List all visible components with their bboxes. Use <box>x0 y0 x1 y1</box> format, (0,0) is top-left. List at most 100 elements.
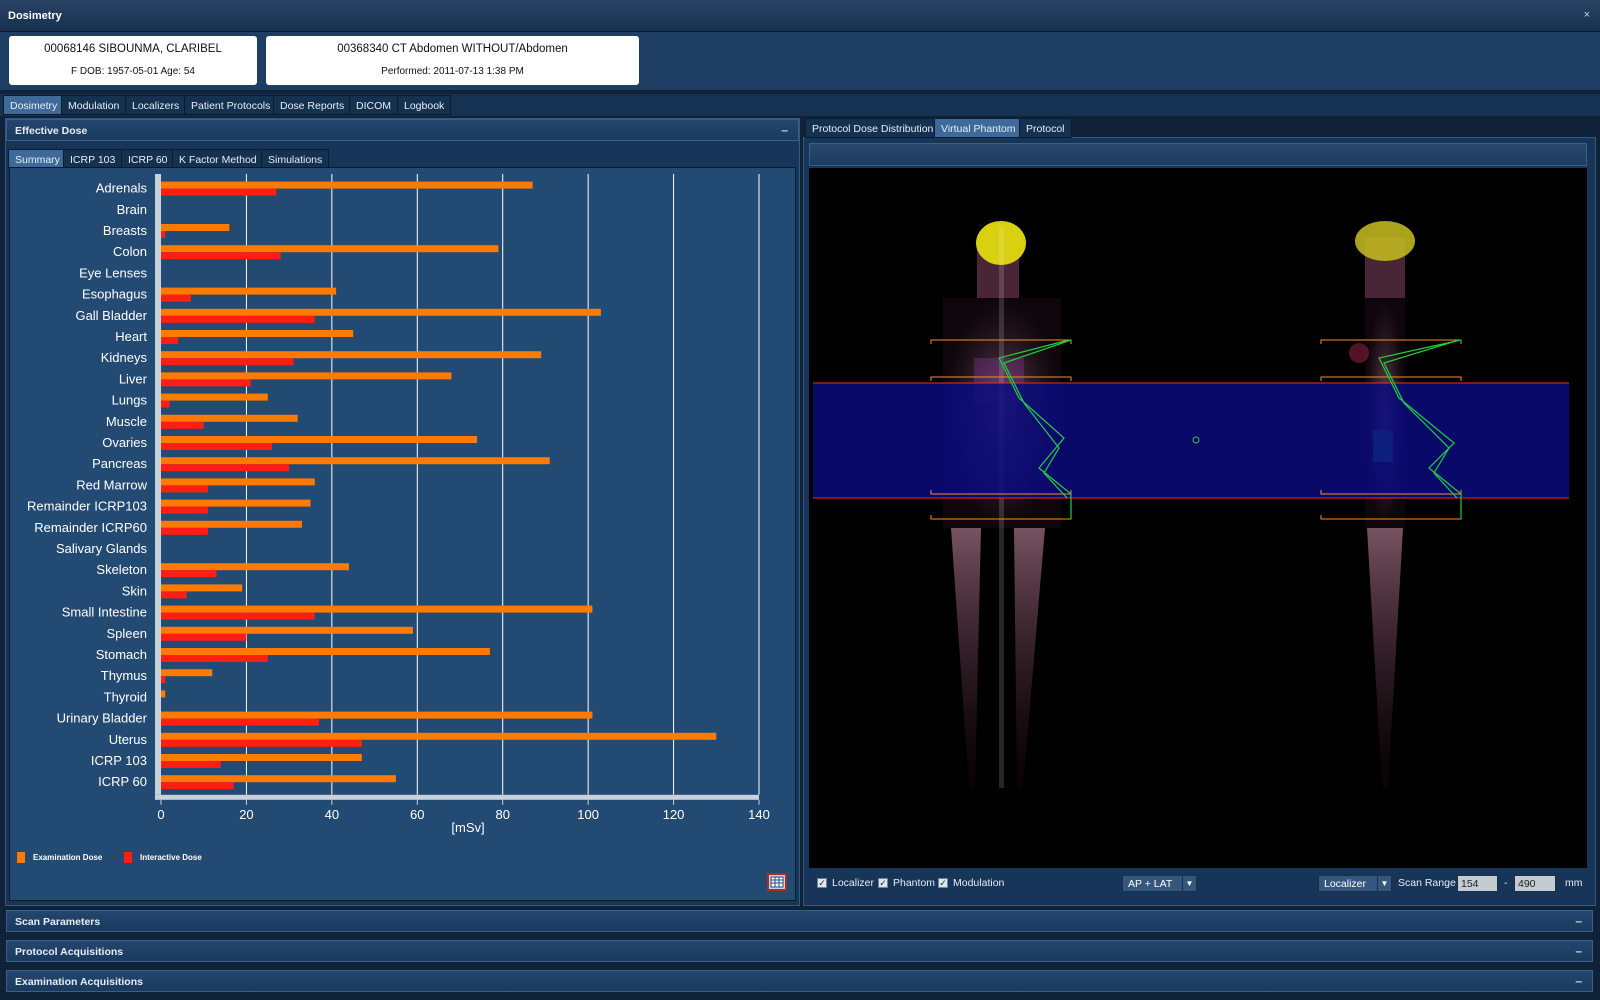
tab-patient-protocols[interactable]: Patient Protocols <box>184 95 278 115</box>
category-label: Adrenals <box>96 181 148 196</box>
tab-localizers[interactable]: Localizers <box>125 95 187 115</box>
x-tick-label: 120 <box>663 807 685 822</box>
subtab-simulations[interactable]: Simulations <box>261 149 330 169</box>
tab-virtual-phantom[interactable]: Virtual Phantom <box>934 118 1023 138</box>
main-tabs: Dosimetry Modulation Localizers Patient … <box>0 94 1600 116</box>
category-label: Spleen <box>107 626 147 641</box>
phantom-image <box>813 221 1569 788</box>
category-label: Brain <box>117 202 147 217</box>
exam-dose-bar <box>161 626 414 634</box>
tab-modulation[interactable]: Modulation <box>61 95 127 115</box>
subtab-icrp-60[interactable]: ICRP 60 <box>121 149 175 169</box>
interactive-dose-bar <box>161 188 277 196</box>
scan-range-label: Scan Range <box>1398 877 1456 889</box>
view-select[interactable]: AP + LAT ▼ <box>1122 875 1197 892</box>
exam-card: 00368340 CT Abdomen WITHOUT/Abdomen Perf… <box>266 36 639 85</box>
scan-range-from-input[interactable]: 154 <box>1457 875 1498 892</box>
view-select-value: AP + LAT <box>1128 878 1173 890</box>
tab-logbook[interactable]: Logbook <box>397 95 452 115</box>
interactive-dose-bar <box>161 633 247 641</box>
subtab-icrp-103[interactable]: ICRP 103 <box>63 149 123 169</box>
x-axis-label: [mSv] <box>451 820 484 835</box>
ap-phantom <box>943 221 1061 788</box>
subtab-k-factor-method[interactable]: K Factor Method <box>172 149 264 169</box>
scan-parameters-header[interactable]: Scan Parameters – <box>6 910 1593 932</box>
interactive-dose-bar <box>161 527 208 535</box>
tab-protocol-dose-distribution[interactable]: Protocol Dose Distribution <box>805 118 941 138</box>
effective-dose-header[interactable]: Effective Dose – <box>6 119 799 141</box>
category-label: Thyroid <box>104 689 147 704</box>
chart-grid <box>245 174 760 795</box>
interactive-dose-bar <box>161 400 170 408</box>
exam-dose-bar <box>161 648 490 655</box>
category-label: Lungs <box>112 393 148 408</box>
phantom-checkbox[interactable]: ✓ <box>878 878 888 888</box>
category-label: Skin <box>122 583 147 598</box>
scan-range-unit: mm <box>1565 877 1583 889</box>
exam-dose-bar <box>161 669 213 677</box>
protocol-acquisitions-header[interactable]: Protocol Acquisitions – <box>6 940 1593 962</box>
examination-acquisitions-header[interactable]: Examination Acquisitions – <box>6 970 1593 992</box>
category-label: Skeleton <box>96 562 147 577</box>
exam-dose-bar <box>161 457 550 465</box>
table-view-icon[interactable] <box>767 873 787 891</box>
source-select[interactable]: Localizer ▼ <box>1318 875 1392 892</box>
interactive-dose-bar <box>161 591 187 599</box>
minimize-icon[interactable]: – <box>1575 974 1582 988</box>
x-tick-label: 60 <box>410 807 424 822</box>
exam-dose-bar <box>161 393 268 401</box>
chevron-down-icon[interactable]: ▼ <box>1377 876 1391 891</box>
localizer-checkbox[interactable]: ✓ <box>817 878 827 888</box>
scan-range-band <box>813 383 1569 498</box>
interactive-dose-bar <box>161 231 166 238</box>
category-label: Eye Lenses <box>79 265 147 280</box>
patient-demographics: F DOB: 1957-05-01 Age: 54 <box>71 66 195 77</box>
tab-dosimetry[interactable]: Dosimetry <box>3 95 65 115</box>
legend-exam-label: Examination Dose <box>33 853 103 862</box>
category-label: ICRP 103 <box>91 753 147 768</box>
x-tick-label: 140 <box>748 807 770 822</box>
lat-phantom <box>1349 221 1415 788</box>
x-tick-label: 40 <box>325 807 339 822</box>
exam-dose-bar <box>161 351 542 359</box>
scan-range-to-input[interactable]: 490 <box>1514 875 1556 892</box>
minimize-icon[interactable]: – <box>1575 914 1582 928</box>
interactive-dose-bar <box>161 464 290 472</box>
patient-card: 00068146 SIBOUNMA, CLARIBEL F DOB: 1957-… <box>9 36 257 85</box>
tab-dicom[interactable]: DICOM <box>349 95 398 115</box>
minimize-icon[interactable]: – <box>781 123 788 137</box>
chevron-down-icon[interactable]: ▼ <box>1182 876 1196 891</box>
exam-dose-bar <box>161 605 593 613</box>
exam-dose-bar <box>161 181 533 189</box>
x-tick-label: 80 <box>495 807 509 822</box>
x-axis-bar <box>155 794 759 800</box>
subtab-summary[interactable]: Summary <box>8 149 67 169</box>
legend-interactive-label: Interactive Dose <box>140 853 202 862</box>
minimize-icon[interactable]: – <box>1575 944 1582 958</box>
category-label: Remainder ICRP60 <box>34 520 147 535</box>
tab-protocol[interactable]: Protocol <box>1019 118 1072 138</box>
exam-performed: Performed: 2011-07-13 1:38 PM <box>381 66 524 77</box>
legend-interactive-swatch <box>124 852 132 863</box>
exam-dose-bar <box>161 690 166 698</box>
category-label: Ovaries <box>102 435 147 450</box>
category-label: Salivary Glands <box>56 541 148 556</box>
section-title: Scan Parameters <box>15 916 101 928</box>
title-bar: Dosimetry × <box>0 0 1600 32</box>
interactive-dose-bar <box>161 506 208 514</box>
exam-dose-bar <box>161 563 349 571</box>
modulation-label: Modulation <box>953 877 1005 889</box>
exam-dose-bar <box>161 478 315 486</box>
chart-bars <box>161 181 717 790</box>
dose-bar-chart: Adrenals Brain Breasts Colon Eye Lenses Esoph… <box>27 174 770 835</box>
x-tick-label: 100 <box>577 807 599 822</box>
category-label: Esophagus <box>82 287 148 302</box>
category-label: Heart <box>115 329 147 344</box>
x-tick-label: 20 <box>239 807 253 822</box>
modulation-checkbox[interactable]: ✓ <box>938 878 948 888</box>
tab-dose-reports[interactable]: Dose Reports <box>273 95 352 115</box>
close-icon[interactable]: × <box>1584 9 1590 21</box>
phantom-viewer[interactable] <box>809 168 1587 868</box>
exam-dose-bar <box>161 732 717 740</box>
interactive-dose-bar <box>161 337 179 344</box>
